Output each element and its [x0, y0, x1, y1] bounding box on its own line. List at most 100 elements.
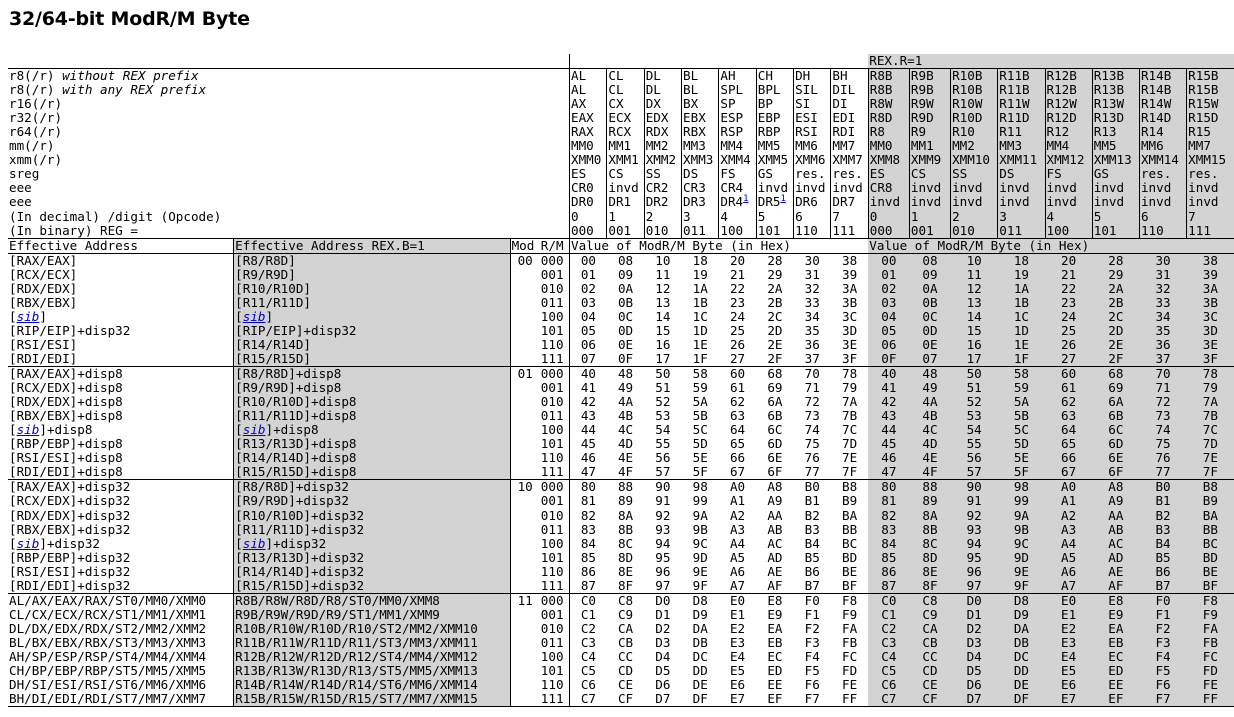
rex-register-cell: R11B [997, 83, 1046, 98]
rex-hex-value-cell: 52 [950, 395, 998, 410]
rex-hex-value-cell: 38 [1186, 252, 1234, 268]
sib-link[interactable]: sib [243, 536, 266, 551]
rm-cell: 110 [539, 337, 571, 352]
hex-value-cell: 7B [842, 408, 858, 424]
hex-value-cell: 8D [617, 549, 634, 565]
rex-register-cell: R8D [867, 111, 910, 126]
bracket-open: [ [235, 266, 243, 282]
rex-register-cell: R14 [1138, 125, 1187, 140]
register-cell-text: CR4 [720, 180, 744, 196]
hex-value-cell: 68 [756, 366, 794, 382]
rex-hex-value-cell: EF [1092, 692, 1140, 708]
effective-address-cell: AH/SP/ESP/RSP/ST4/MM4/XMM4 [8, 649, 235, 665]
bracket-open: [ [9, 479, 17, 495]
effective-address-rex-cell: R11B/R11W/R11D/R11/ST3/MM3/XMM11 [233, 635, 511, 650]
col-header-effective-address: Effective Address [8, 237, 235, 254]
register-cell: DR0 [569, 195, 607, 210]
register-cell: AH [718, 68, 757, 84]
rex-hex-value-cell: CF [909, 692, 951, 708]
hex-value-cell: 58 [681, 366, 719, 382]
bracket-close: ] [303, 577, 312, 593]
hex-value-cell: 9D [692, 549, 708, 565]
register-cell: 110 [793, 223, 831, 239]
register-cell-text: ES [571, 166, 587, 182]
register-row-label-text: xmm(/r) [9, 152, 63, 168]
register-name: RAX/EAX [16, 479, 70, 495]
register-cell: CR2 [643, 181, 682, 196]
hex-value-cell: DB [692, 634, 708, 650]
hex-value-cell: 85 [580, 549, 597, 565]
sib-link[interactable]: sib [17, 422, 40, 437]
rex-hex-value-cell: 91 [950, 494, 998, 509]
rex-register-cell: invd [908, 195, 951, 210]
rm-cell: 101 [539, 550, 571, 565]
rex-hex-value-cell: 89 [909, 494, 951, 509]
hex-value-cell: 0E [617, 336, 634, 352]
register-cell: SS [643, 167, 682, 182]
register-cell: DL [643, 83, 682, 98]
rex-register-cell: R11 [997, 125, 1046, 140]
mod-cell [510, 523, 540, 537]
hex-value-cell: A7 [729, 577, 746, 593]
sib-link[interactable]: sib [17, 309, 40, 324]
address-text: AL/AX/EAX/RAX/ST0/MM0/XMM0 [9, 592, 207, 608]
rex-hex-value-cell: 2F [1092, 352, 1140, 367]
register-cell-text: res. [795, 166, 826, 182]
sib-link[interactable]: sib [243, 309, 266, 324]
address-text: DH/SI/ESI/RSI/ST6/MM6/XMM6 [9, 677, 207, 693]
rex-register-cell: 100 [1044, 223, 1093, 239]
register-cell-text: AX [571, 96, 587, 112]
register-cell: invd [830, 181, 869, 196]
hex-value-cell: 1E [692, 336, 708, 352]
mod-cell [510, 692, 540, 708]
hex-value-cell: 82 [580, 507, 597, 523]
register-cell-text: BP [757, 96, 773, 112]
hex-value-cell: DF [681, 692, 719, 708]
table-row: [RCX/EDX]+disp8 [R9/R9D]+disp8 001 41 49 51 59… [8, 381, 1234, 396]
rex-register-cell: R9W [908, 97, 951, 112]
effective-address-rex-cell: [R11/R11D]+disp8 [233, 409, 511, 424]
register-cell: DIL [830, 83, 869, 98]
register-name: RIP/EIP [242, 322, 296, 338]
rex-hex-value-cell: 30 [1139, 252, 1187, 268]
register-cell: CH [755, 68, 794, 84]
address-text: +disp32 [77, 563, 131, 579]
register-cell: BX [681, 97, 719, 112]
rex-hex-value-cell: 99 [997, 494, 1046, 509]
hex-value-cell: 40 [569, 366, 607, 382]
hex-value-cell: C2 [580, 620, 597, 636]
rm-cell: 000 [539, 479, 571, 495]
hex-value-cell: 4E [617, 450, 634, 466]
rex-hex-value-cell: 1D [997, 323, 1046, 338]
hex-value-cell: 97 [655, 577, 671, 593]
address-text: R12B/R12W/R12D/R12/ST4/MM4/XMM12 [235, 648, 478, 664]
sib-link[interactable]: sib [17, 536, 40, 551]
bracket-close: ] [303, 336, 312, 352]
sib-link[interactable]: sib [243, 422, 266, 437]
hex-value-cell: E9 [767, 606, 783, 622]
rex-hex-value-cell: DC [997, 649, 1046, 665]
mod-cell [510, 324, 540, 338]
rex-hex-value-cell: AE [1092, 564, 1140, 579]
bracket-open: [ [9, 521, 17, 537]
rex-hex-value-cell: 82 [868, 508, 910, 523]
hex-value-cell: 43 [580, 408, 597, 424]
rex-hex-value-cell: 0C [909, 309, 951, 324]
rex-hex-value-cell: 46 [868, 451, 910, 466]
hex-value-cell: B1 [804, 493, 820, 509]
register-name: R8/R8D [242, 252, 289, 268]
footnote-link[interactable]: 1 [780, 194, 785, 204]
rex-register-cell: MM7 [1186, 139, 1234, 154]
footnote-link[interactable]: 1 [743, 194, 748, 204]
register-name: R11/R11D [242, 521, 304, 537]
rex-register-cell: XMM15 [1186, 153, 1234, 168]
hex-value-cell: 4F [617, 464, 634, 480]
rm-cell: 000 [539, 252, 571, 268]
mod-cell [510, 352, 540, 367]
hex-value-cell: 50 [644, 366, 682, 382]
register-cell: XMM0 [569, 153, 607, 168]
rex-register-cell: R12D [1044, 111, 1093, 126]
mod-cell [510, 268, 540, 282]
register-cell: DX [643, 97, 682, 112]
rex-hex-value-cell: D0 [950, 592, 998, 608]
